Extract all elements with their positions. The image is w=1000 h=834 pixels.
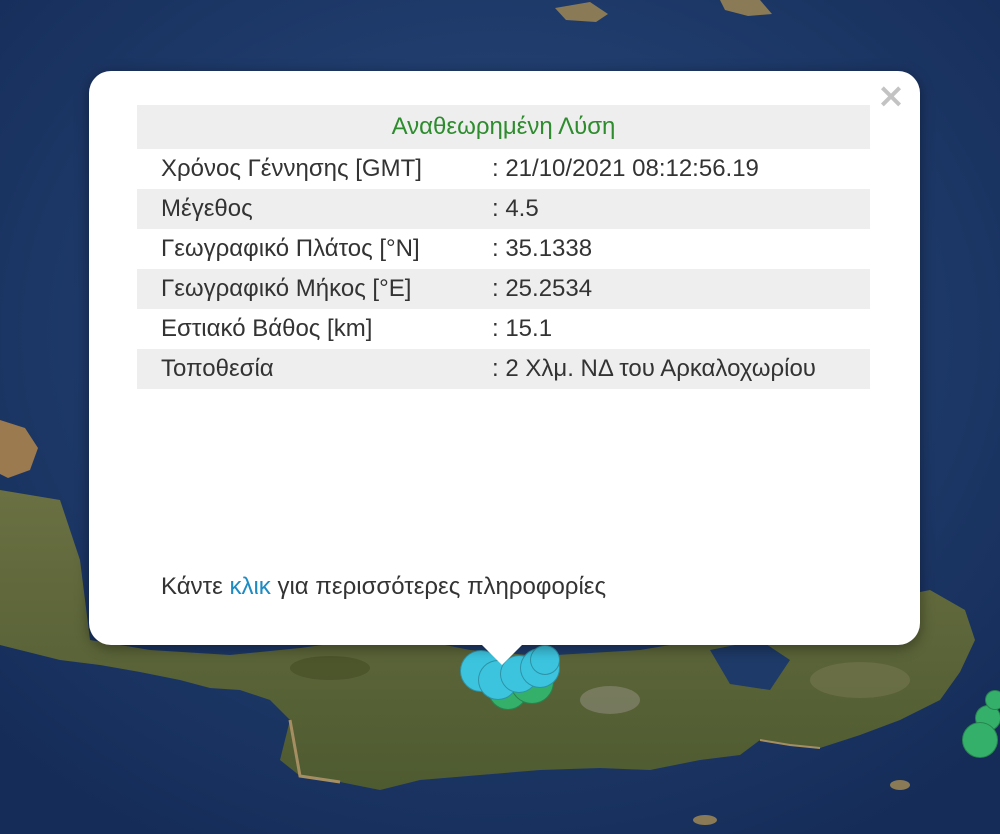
table-header-row: Αναθεωρημένη Λύση <box>137 105 870 149</box>
more-info-link[interactable]: κλικ <box>229 573 270 600</box>
earthquake-marker[interactable] <box>962 722 998 758</box>
popup-tip <box>480 643 524 665</box>
table-row-depth: Εστιακό Βάθος [km] : 15.1 <box>137 309 870 349</box>
popup-title: Αναθεωρημένη Λύση <box>137 105 870 149</box>
row-value: : 15.1 <box>492 315 553 342</box>
row-value: : 4.5 <box>468 189 870 229</box>
table-row-magnitude: Μέγεθος : 4.5 <box>137 189 870 229</box>
earthquake-marker[interactable] <box>530 645 560 675</box>
row-label: Εστιακό Βάθος [km] <box>161 315 373 342</box>
row-label: Τοποθεσία <box>137 349 468 389</box>
earthquake-marker[interactable] <box>985 690 1000 710</box>
more-info-prefix: Κάντε <box>161 573 223 600</box>
table-row-origin-time: Χρόνος Γέννησης [GMT] : 21/10/2021 08:12… <box>137 149 870 189</box>
row-value: : 2 Χλμ. ΝΔ του Αρκαλοχωρίου <box>468 349 870 389</box>
table-row-latitude: Γεωγραφικό Πλάτος [°N] : 35.1338 <box>137 229 870 269</box>
earthquake-popup: × Αναθεωρημένη Λύση Χρόνος Γέννησης [GMT… <box>89 71 920 645</box>
earthquake-info-table: Αναθεωρημένη Λύση Χρόνος Γέννησης [GMT] … <box>137 105 870 389</box>
row-value: : 35.1338 <box>492 235 593 262</box>
row-label: Γεωγραφικό Πλάτος [°N] <box>161 235 420 262</box>
table-row-longitude: Γεωγραφικό Μήκος [°E] : 25.2534 <box>137 269 870 309</box>
row-value: : 25.2534 <box>468 269 870 309</box>
more-info-suffix: για περισσότερες πληροφορίες <box>277 573 607 600</box>
row-label: Γεωγραφικό Μήκος [°E] <box>137 269 468 309</box>
table-row-location: Τοποθεσία : 2 Χλμ. ΝΔ του Αρκαλοχωρίου <box>137 349 870 389</box>
row-label: Χρόνος Γέννησης [GMT] <box>161 155 422 182</box>
close-icon[interactable]: × <box>876 79 906 113</box>
more-info-text: Κάντε κλικ για περισσότερες πληροφορίες <box>161 573 606 601</box>
row-label: Μέγεθος <box>137 189 468 229</box>
row-value: : 21/10/2021 08:12:56.19 <box>492 155 759 182</box>
